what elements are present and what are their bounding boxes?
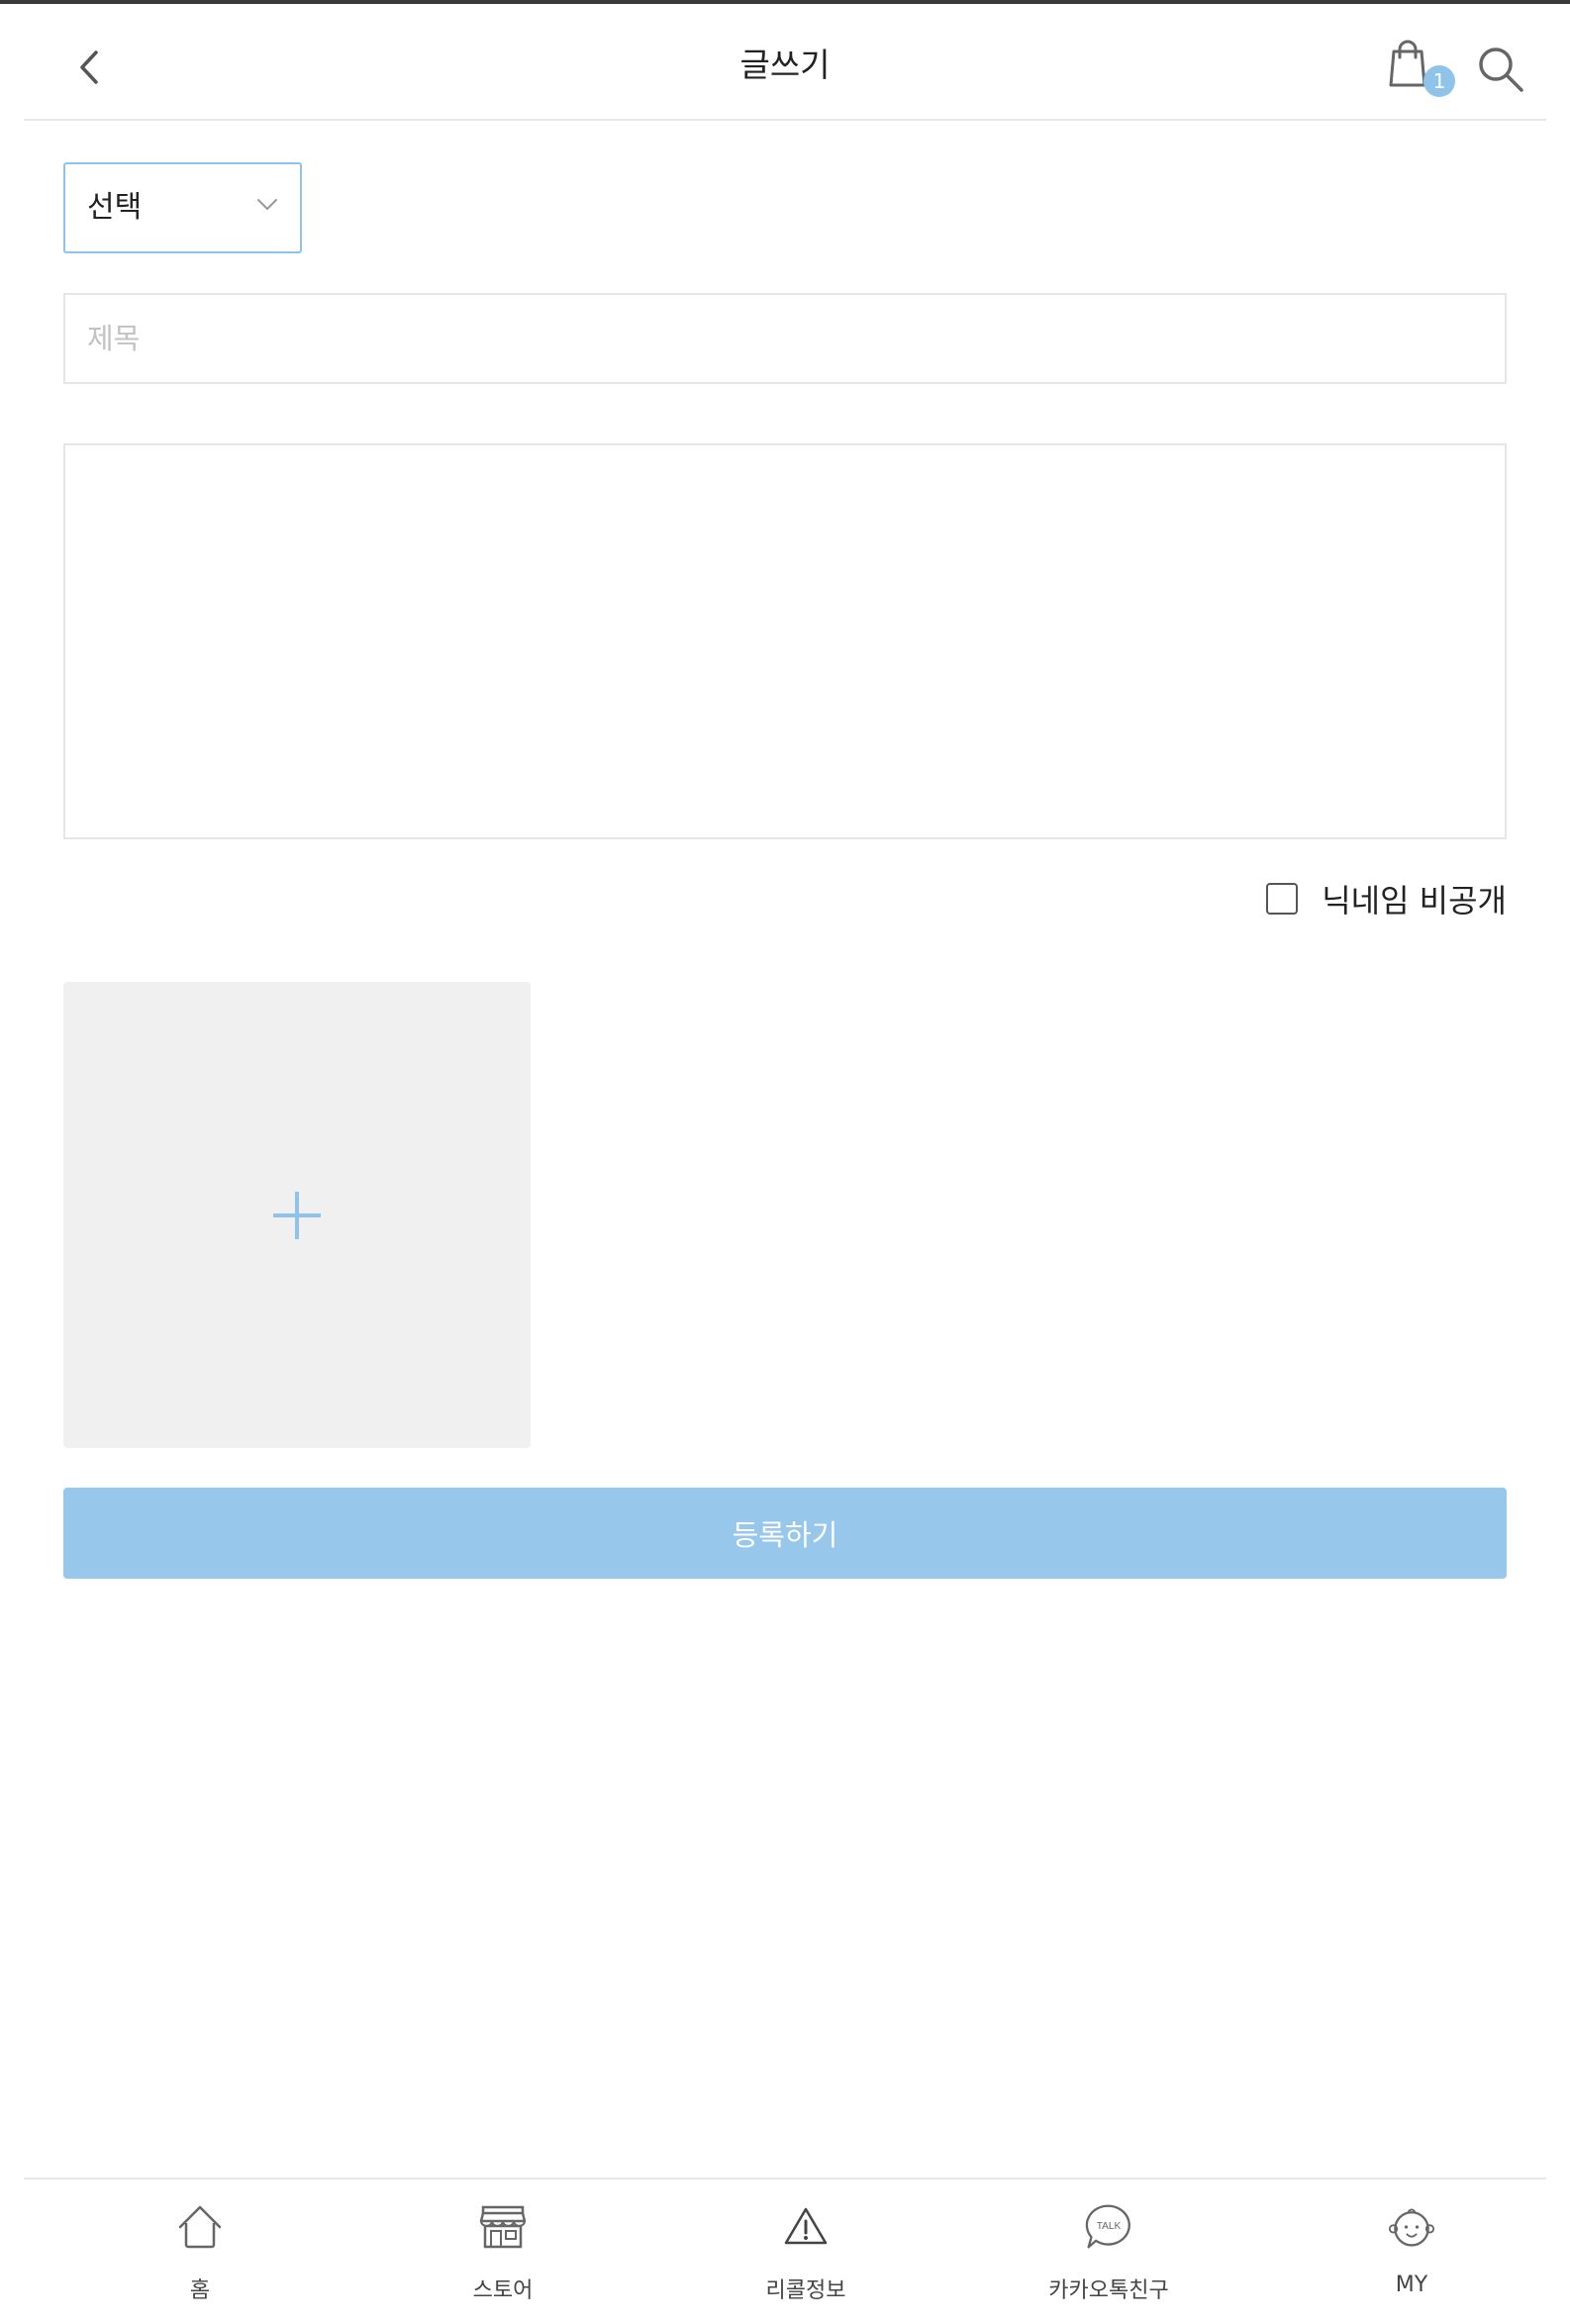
nav-label-store: 스토어 [472, 2278, 534, 2303]
store-icon [479, 2203, 527, 2251]
baby-face-icon [1388, 2203, 1435, 2251]
nav-label-home: 홈 [189, 2278, 211, 2303]
nav-label-my: MY [1395, 2273, 1428, 2297]
hide-nickname-checkbox[interactable] [1266, 883, 1299, 915]
content-textarea[interactable] [63, 443, 1507, 839]
image-upload-button[interactable] [63, 982, 531, 1448]
kakaotalk-icon: TALK [1085, 2203, 1132, 2251]
plus-icon [273, 1192, 321, 1239]
nav-item-recall[interactable]: 리콜정보 [707, 2179, 905, 2318]
submit-button[interactable]: 등록하기 [63, 1488, 1507, 1579]
bottom-nav: 홈 스토어 리콜정보 TALK 카카오톡친구 MY [24, 2178, 1546, 2324]
search-icon [1479, 48, 1523, 92]
page-title: 글쓰기 [739, 46, 831, 84]
nav-item-my[interactable]: MY [1313, 2179, 1511, 2318]
search-button[interactable] [1465, 34, 1536, 105]
home-icon [176, 2203, 224, 2251]
chevron-down-icon [257, 199, 277, 210]
kakaotalk-icon-text: TALK [1097, 2221, 1122, 2232]
header: 글쓰기 1 [24, 4, 1546, 121]
hide-nickname-label: 닉네임 비공개 [1322, 882, 1507, 920]
nav-label-recall: 리콜정보 [765, 2278, 846, 2303]
category-select[interactable]: 선택 [63, 162, 302, 253]
nav-item-kakaotalk[interactable]: TALK 카카오톡친구 [1010, 2179, 1208, 2318]
nav-item-home[interactable]: 홈 [101, 2179, 299, 2318]
cart-count-badge: 1 [1423, 65, 1455, 97]
nav-label-kakaotalk: 카카오톡친구 [1048, 2278, 1169, 2303]
warning-icon [782, 2203, 830, 2251]
title-input[interactable] [63, 293, 1507, 384]
nav-item-store[interactable]: 스토어 [404, 2179, 602, 2318]
hide-nickname-row[interactable]: 닉네임 비공개 [1266, 873, 1507, 924]
category-selected-value: 선택 [87, 190, 143, 225]
cart-button[interactable]: 1 [1380, 34, 1455, 105]
